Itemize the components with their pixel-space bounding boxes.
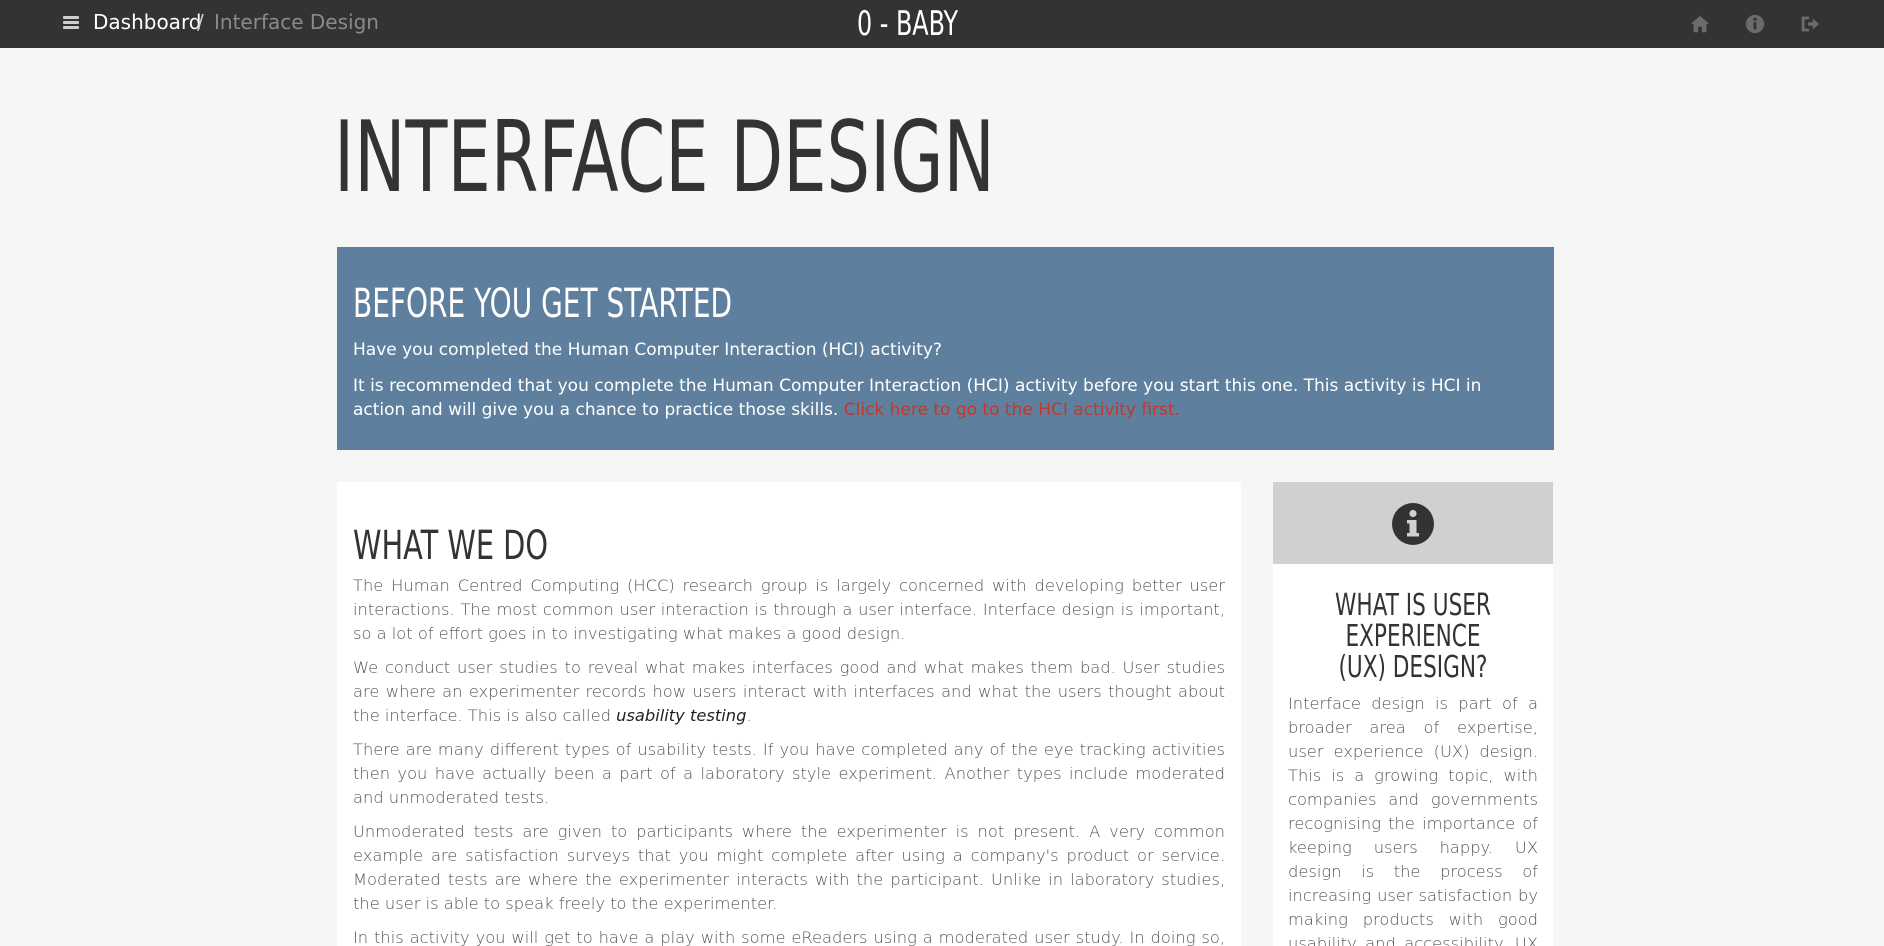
- paragraph-activity: In this activity you will get to have a …: [353, 928, 1225, 946]
- page-title: INTERFACE DESIGN: [334, 101, 995, 215]
- what-we-do-card: WHAT WE DO The Human Centred Computing (…: [337, 482, 1241, 946]
- banner-heading: BEFORE YOU GET STARTED: [353, 281, 733, 327]
- paragraph-user-studies-end: .: [746, 706, 752, 725]
- breadcrumb-dashboard-link[interactable]: Dashboard: [93, 10, 202, 34]
- hci-activity-link[interactable]: Click here to go to the HCI activity fir…: [844, 400, 1180, 420]
- bars-icon[interactable]: [63, 16, 79, 30]
- paragraph-test-types: There are many different types of usabil…: [353, 740, 1225, 807]
- top-navbar: Dashboard / Interface Design 0 - BABY: [0, 0, 1884, 48]
- paragraph-user-studies: We conduct user studies to reveal what m…: [353, 656, 1225, 728]
- ux-design-heading: WHAT IS USER EXPERIENCE (UX) DESIGN?: [1273, 590, 1553, 683]
- breadcrumb-separator: /: [197, 10, 204, 34]
- what-we-do-heading: WHAT WE DO: [353, 523, 549, 569]
- side-card-header: [1273, 482, 1553, 564]
- ux-design-text: Interface design is part of a broader ar…: [1288, 694, 1538, 946]
- paragraph-unmoderated: Unmoderated tests are given to participa…: [353, 822, 1225, 913]
- banner-recommendation: It is recommended that you complete the …: [353, 374, 1538, 422]
- paragraph-user-studies-text: We conduct user studies to reveal what m…: [353, 658, 1225, 725]
- sign-out-icon[interactable]: [1799, 13, 1821, 35]
- before-you-start-banner: BEFORE YOU GET STARTED Have you complete…: [337, 247, 1554, 450]
- banner-question: Have you completed the Human Computer In…: [353, 340, 942, 360]
- usability-testing-term: usability testing: [616, 706, 747, 725]
- ux-design-card: WHAT IS USER EXPERIENCE (UX) DESIGN? Int…: [1273, 482, 1553, 946]
- info-circle-icon: [1392, 503, 1434, 545]
- paragraph-hcc: The Human Centred Computing (HCC) resear…: [353, 576, 1225, 643]
- brand-title[interactable]: 0 - BABY: [857, 4, 958, 44]
- ux-design-heading-text: WHAT IS USER EXPERIENCE (UX) DESIGN?: [1335, 588, 1491, 685]
- home-icon[interactable]: [1689, 13, 1711, 35]
- info-circle-icon[interactable]: [1744, 13, 1766, 35]
- breadcrumb-current: Interface Design: [214, 10, 379, 34]
